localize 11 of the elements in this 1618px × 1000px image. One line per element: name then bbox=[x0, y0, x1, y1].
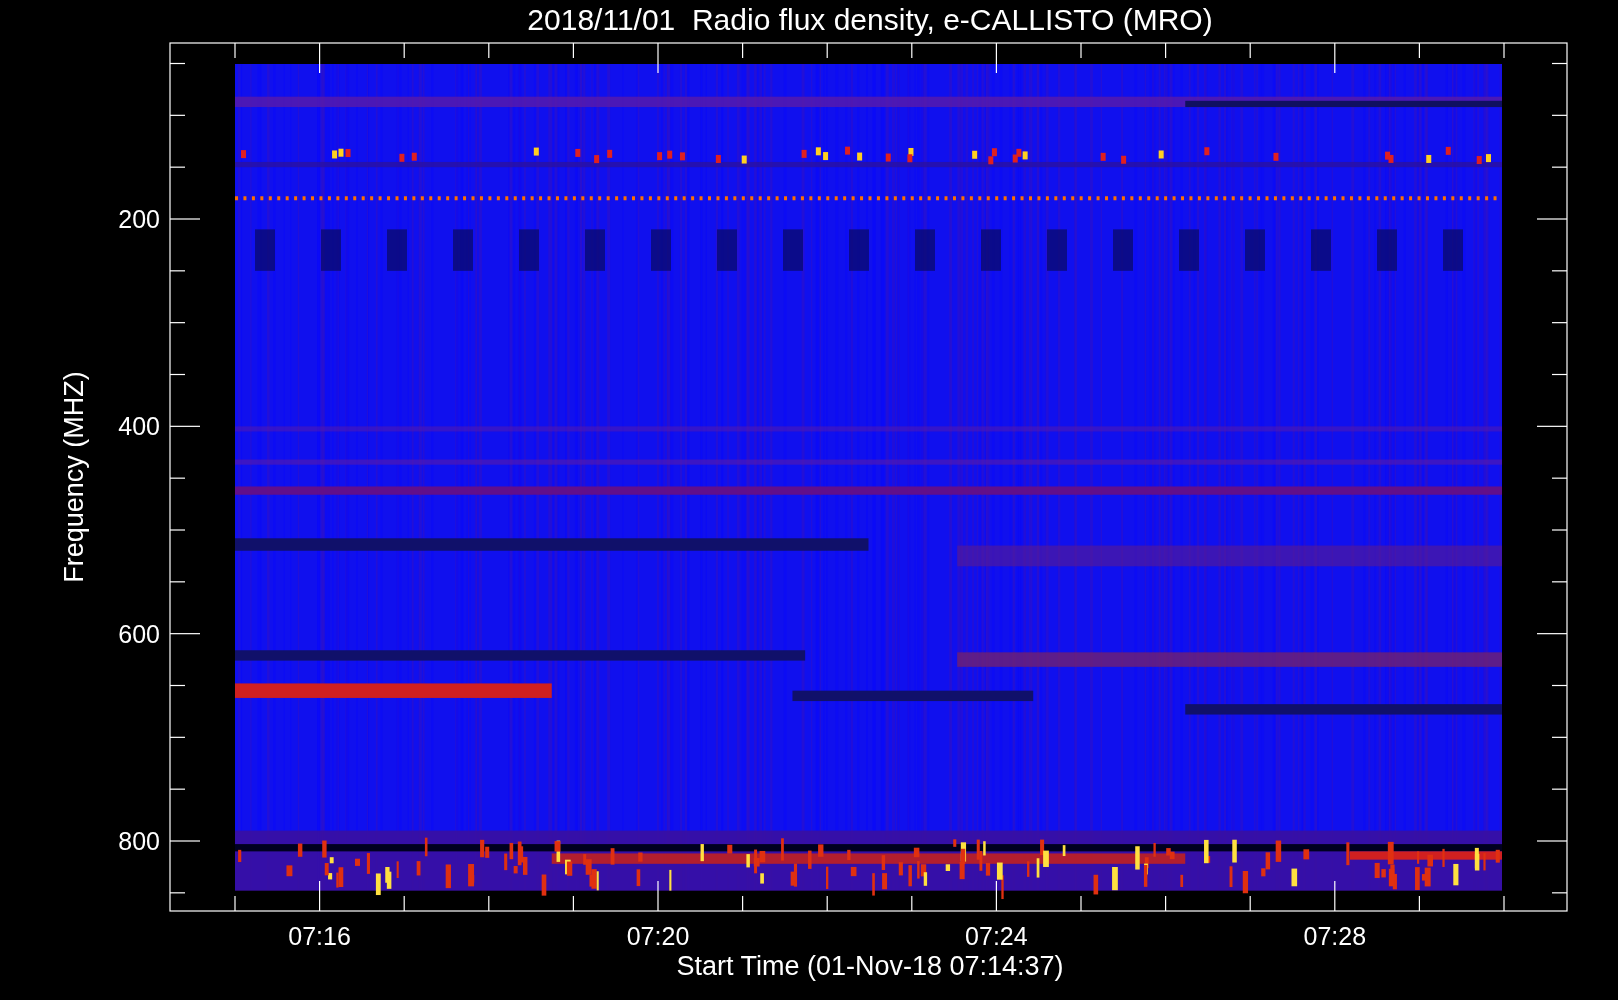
tick-label: 400 bbox=[118, 412, 160, 441]
axis-label: Frequency (MHZ) bbox=[59, 371, 89, 583]
chart-title: 2018/11/01 Radio flux density, e-CALLISTO (MRO) bbox=[527, 3, 1213, 36]
tick-label: 07:28 bbox=[1303, 922, 1367, 950]
tick-label: 07:24 bbox=[965, 922, 1028, 950]
tick-label: 07:20 bbox=[626, 922, 690, 950]
tick-label: 800 bbox=[118, 827, 160, 855]
axis-label: Start Time (01-Nov-18 07:14:37) bbox=[676, 951, 1064, 981]
tick-label: 200 bbox=[118, 205, 160, 233]
tick-label: 07:16 bbox=[288, 922, 351, 950]
tick-label: 600 bbox=[118, 619, 160, 648]
